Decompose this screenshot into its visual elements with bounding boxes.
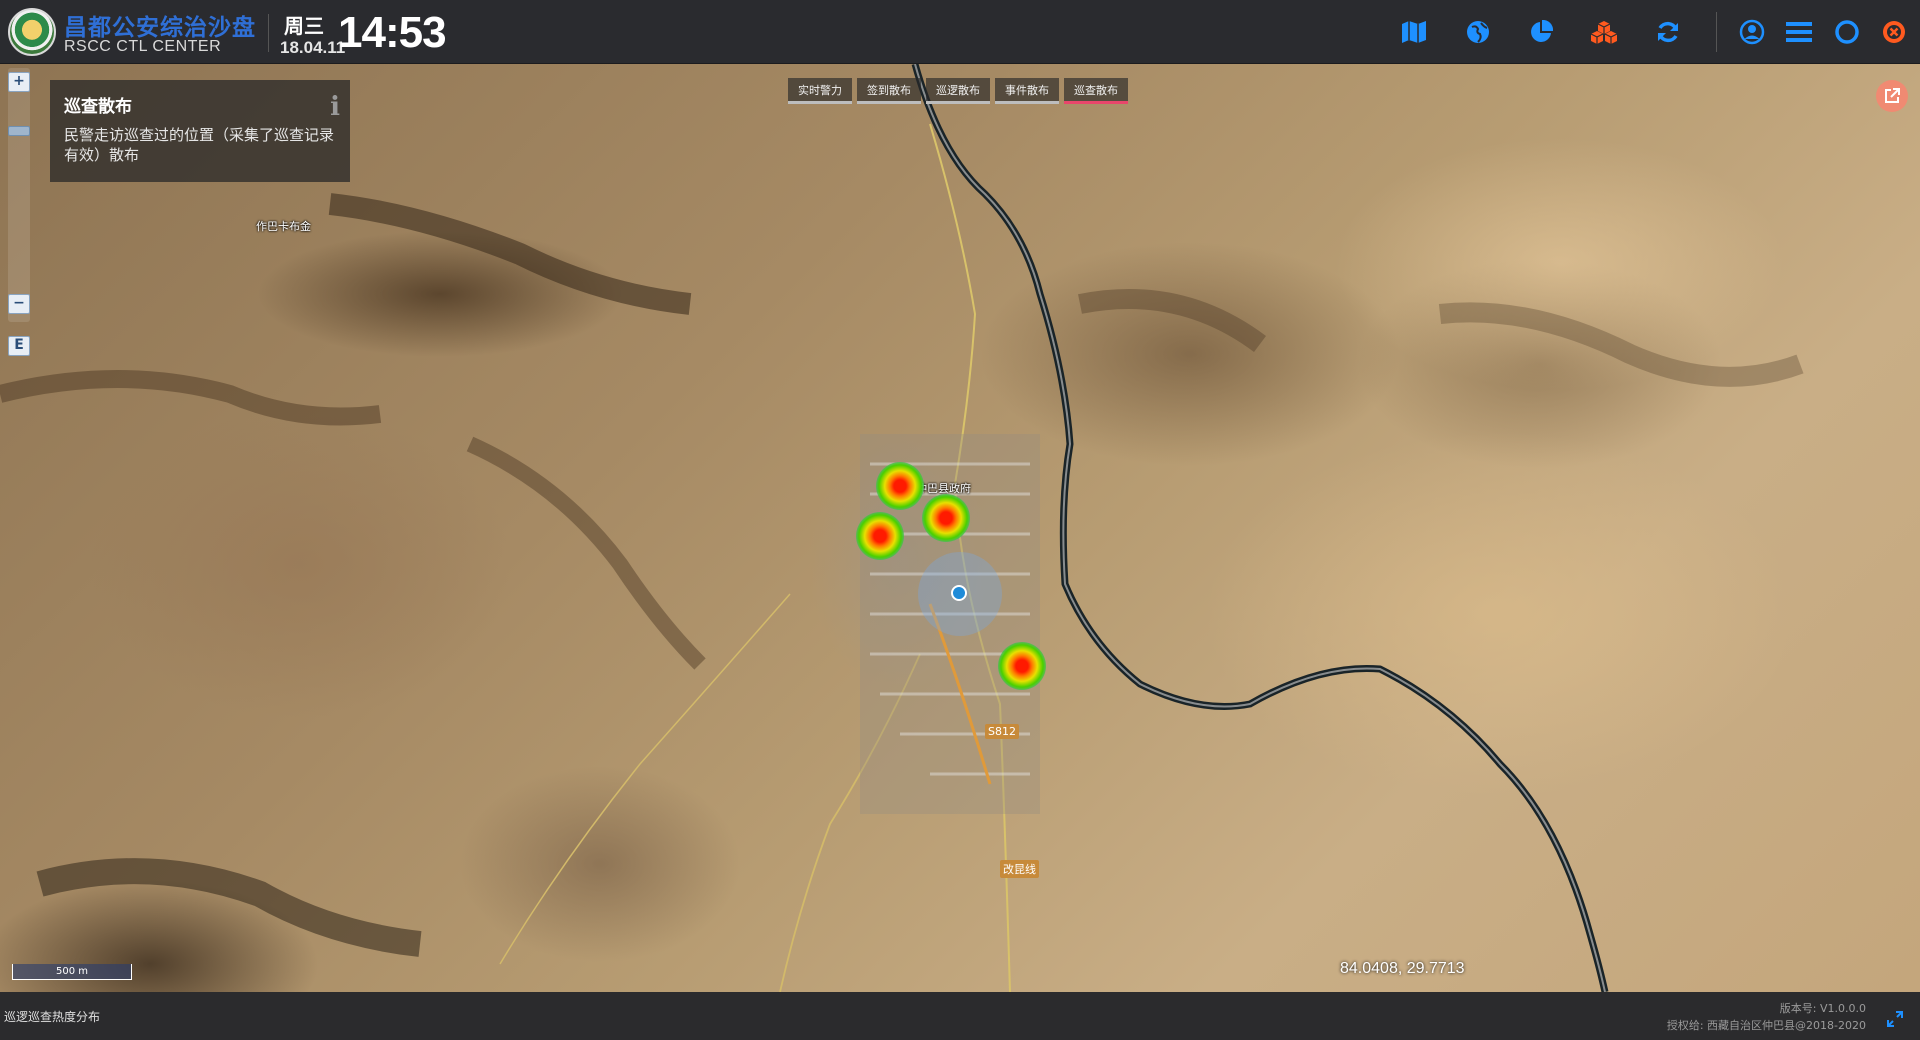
- heatmap-hotspot: [922, 494, 970, 542]
- external-link-icon: [1885, 88, 1900, 103]
- layer-toggle-button[interactable]: E: [8, 336, 30, 356]
- date-label: 18.04.11: [280, 38, 346, 57]
- zoom-out-button[interactable]: −: [8, 294, 30, 314]
- version-label: 版本号: V1.0.0.0: [1779, 1002, 1866, 1015]
- license-label: 授权给: 西藏自治区仲巴县@2018-2020: [1666, 1019, 1866, 1032]
- status-text: 巡逻巡查热度分布: [4, 1010, 101, 1024]
- tab-realtime-police[interactable]: 实时警力: [788, 78, 852, 104]
- user-icon[interactable]: [1738, 18, 1766, 46]
- close-icon[interactable]: [1880, 18, 1908, 46]
- globe-icon[interactable]: [1464, 18, 1492, 46]
- current-location-marker[interactable]: [951, 585, 967, 601]
- cubes-icon[interactable]: [1590, 18, 1618, 46]
- zoom-slider-track[interactable]: [8, 68, 30, 322]
- tab-checkin-distribution[interactable]: 签到散布: [857, 78, 921, 104]
- layer-tabs: 实时警力 签到散布 巡逻散布 事件散布 巡查散布: [788, 78, 1128, 104]
- heatmap-hotspot: [998, 642, 1046, 690]
- header-divider: [268, 14, 269, 52]
- police-emblem-logo: [8, 8, 56, 56]
- info-panel-title: 巡查散布: [64, 97, 132, 117]
- toolbar-separator: [1716, 12, 1717, 52]
- road-label-s812: S812: [985, 724, 1019, 739]
- cursor-coordinates: 84.0408, 29.7713: [1340, 960, 1465, 977]
- app-root: 昌都公安综治沙盘 RSCC CTL CENTER 周三 18.04.11 14:…: [0, 0, 1920, 1040]
- tab-inspection-distribution[interactable]: 巡查散布: [1064, 78, 1128, 104]
- tab-patrol-distribution[interactable]: 巡逻散布: [926, 78, 990, 104]
- heatmap-hotspot: [876, 462, 924, 510]
- heatmap-hotspot: [856, 512, 904, 560]
- place-label-zuoba: 作巴卡布金: [256, 220, 311, 233]
- share-button[interactable]: [1876, 80, 1908, 112]
- bottom-status-bar: 巡逻巡查热度分布 版本号: V1.0.0.0 授权给: 西藏自治区仲巴县@201…: [0, 992, 1920, 1040]
- menu-icon[interactable]: [1785, 18, 1813, 46]
- satellite-map[interactable]: 作巴卡布金 仲巴县政府 S812 改昆线 500 m 84.0408, 29.7…: [0, 64, 1920, 992]
- zoom-in-button[interactable]: +: [8, 72, 30, 92]
- fullscreen-icon[interactable]: [1886, 1010, 1904, 1028]
- top-header: 昌都公安综治沙盘 RSCC CTL CENTER 周三 18.04.11 14:…: [0, 0, 1920, 64]
- tab-event-distribution[interactable]: 事件散布: [995, 78, 1059, 104]
- pie-chart-icon[interactable]: [1527, 18, 1555, 46]
- zoom-slider-thumb[interactable]: [8, 126, 30, 136]
- weekday-label: 周三: [284, 14, 324, 38]
- info-icon[interactable]: i: [330, 92, 340, 122]
- info-panel-description: 民警走访巡查过的位置（采集了巡查记录有效）散布: [64, 126, 335, 164]
- map-icon[interactable]: [1400, 18, 1428, 46]
- brand-subtitle: RSCC CTL CENTER: [64, 38, 222, 55]
- brand-title: 昌都公安综治沙盘: [64, 15, 256, 41]
- info-panel: 巡查散布 民警走访巡查过的位置（采集了巡查记录有效）散布 i: [50, 80, 350, 182]
- map-scale-bar: 500 m: [12, 964, 132, 980]
- circle-icon[interactable]: [1833, 18, 1861, 46]
- road-label-gaikun: 改昆线: [1000, 860, 1039, 878]
- clock-time: 14:53: [338, 8, 447, 57]
- refresh-icon[interactable]: [1654, 18, 1682, 46]
